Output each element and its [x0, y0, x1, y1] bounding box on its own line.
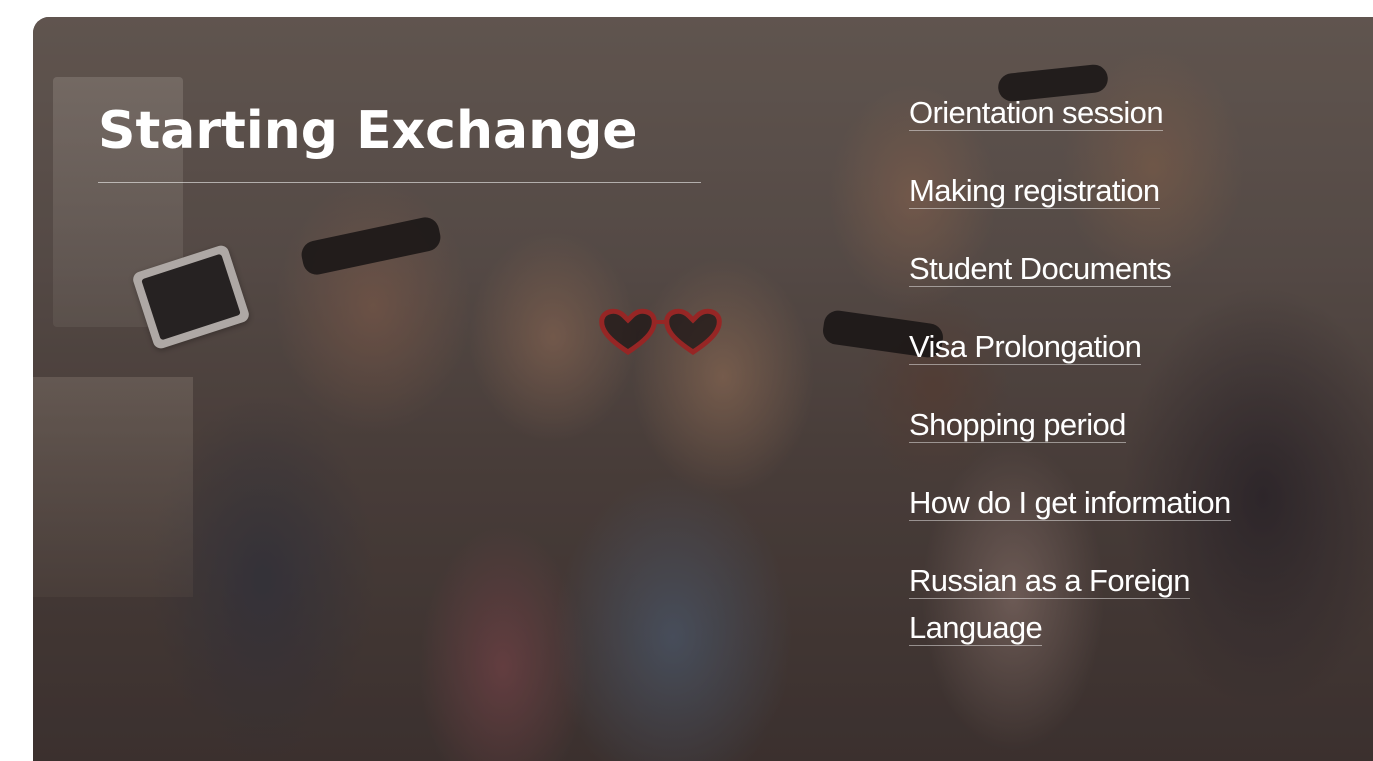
- menu-item-making-registration: Making registration: [909, 167, 1349, 214]
- menu-item-student-documents: Student Documents: [909, 245, 1349, 292]
- exchange-topics-menu: Orientation session Making registration …: [909, 89, 1349, 682]
- menu-item-visa-prolongation: Visa Prolongation: [909, 323, 1349, 370]
- making-registration-link[interactable]: Making registration: [909, 173, 1160, 209]
- title-divider: [98, 182, 701, 183]
- menu-item-russian-as-a-foreign-language: Russian as a Foreign Language: [909, 557, 1289, 651]
- how-do-i-get-information-link[interactable]: How do I get information: [909, 485, 1231, 521]
- menu-item-shopping-period: Shopping period: [909, 401, 1349, 448]
- menu-item-orientation-session: Orientation session: [909, 89, 1349, 136]
- shopping-period-link[interactable]: Shopping period: [909, 407, 1126, 443]
- visa-prolongation-link[interactable]: Visa Prolongation: [909, 329, 1142, 365]
- orientation-session-link[interactable]: Orientation session: [909, 95, 1164, 131]
- menu-item-how-do-i-get-information: How do I get information: [909, 479, 1349, 526]
- starting-exchange-banner: Starting Exchange Orientation session Ma…: [33, 17, 1373, 761]
- russian-as-a-foreign-language-link[interactable]: Russian as a Foreign Language: [909, 563, 1191, 646]
- student-documents-link[interactable]: Student Documents: [909, 251, 1172, 287]
- page-title: Starting Exchange: [98, 101, 638, 161]
